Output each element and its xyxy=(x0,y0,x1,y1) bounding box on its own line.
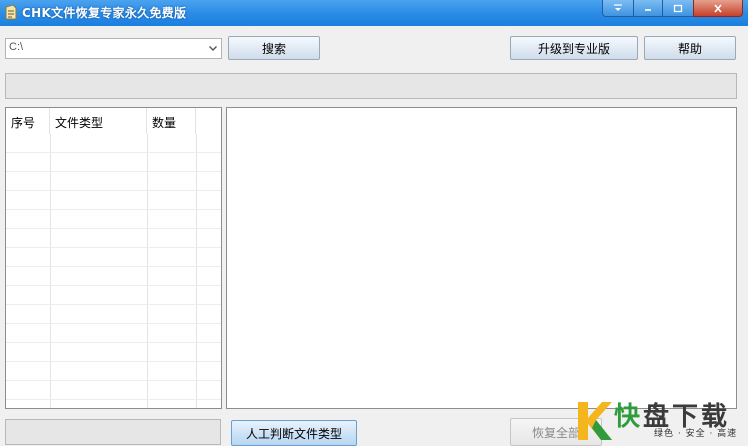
column-header-count[interactable]: 数量 xyxy=(147,108,196,134)
window-title: CHK文件恢复专家永久免费版 xyxy=(22,6,187,20)
column-header-index[interactable]: 序号 xyxy=(6,108,50,134)
title-bar: CHK文件恢复专家永久免费版 xyxy=(0,0,748,26)
window-menu-button[interactable] xyxy=(602,0,634,17)
minimize-icon xyxy=(645,9,651,11)
recover-progress-bar xyxy=(5,419,221,445)
maximize-icon xyxy=(673,4,683,12)
upgrade-button[interactable]: 升级到专业版 xyxy=(510,36,638,60)
watermark: 快盘下载 绿色 · 安全 · 高速 xyxy=(572,396,748,446)
search-button[interactable]: 搜索 xyxy=(228,36,320,60)
app-icon xyxy=(5,4,17,20)
column-header-file-type[interactable]: 文件类型 xyxy=(50,108,147,134)
chevron-down-icon xyxy=(209,46,217,51)
maximize-button[interactable] xyxy=(662,0,694,17)
file-content-panel[interactable] xyxy=(226,107,737,409)
drive-select-value: C:\ xyxy=(9,41,24,53)
watermark-tagline: 绿色 · 安全 · 高速 xyxy=(654,429,738,439)
manual-judge-file-type-button[interactable]: 人工判断文件类型 xyxy=(231,420,357,446)
help-button[interactable]: 帮助 xyxy=(644,36,736,60)
scan-progress-bar xyxy=(5,73,737,99)
close-button[interactable] xyxy=(693,0,743,17)
drive-select[interactable]: C:\ xyxy=(5,38,222,59)
list-grid xyxy=(6,134,221,408)
list-header: 序号 文件类型 数量 xyxy=(6,108,221,134)
minimize-button[interactable] xyxy=(633,0,663,17)
file-type-list[interactable]: 序号 文件类型 数量 xyxy=(5,107,222,409)
column-header-filler xyxy=(196,108,221,134)
close-icon xyxy=(714,3,722,13)
dropdown-icon xyxy=(614,4,622,11)
watermark-logo-icon xyxy=(578,402,612,440)
